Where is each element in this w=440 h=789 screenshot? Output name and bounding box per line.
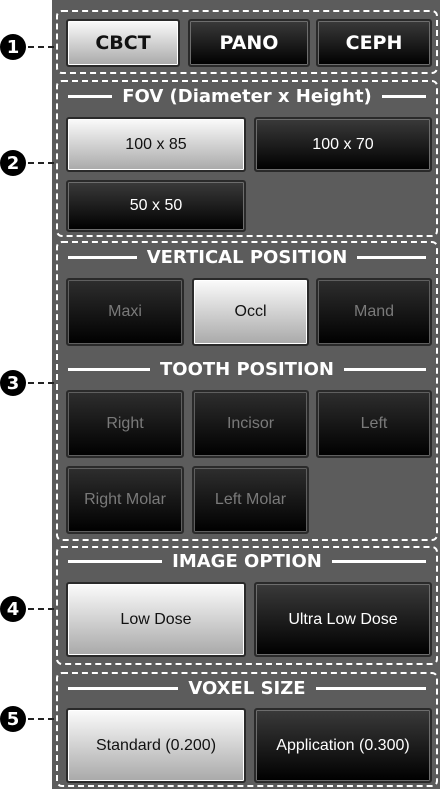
tooth-left-molar-button[interactable]: Left Molar [192,466,309,534]
voxel-standard-button[interactable]: Standard (0.200) [66,708,246,783]
vertical-mand-button[interactable]: Mand [316,278,432,346]
callout-5: 5 [0,706,26,732]
tab-pano[interactable]: PANO [188,19,310,67]
callout-4: 4 [0,596,26,622]
callout-5-leader [28,718,54,720]
tab-ceph[interactable]: CEPH [316,19,432,67]
callout-2: 2 [0,150,26,176]
callout-1: 1 [0,34,26,60]
voxel-size-title-text: VOXEL SIZE [188,677,306,699]
fov-100x70-button[interactable]: 100 x 70 [254,117,432,172]
tooth-incisor-button[interactable]: Incisor [192,390,309,458]
fov-50x50-button[interactable]: 50 x 50 [66,180,246,232]
fov-title-text: FOV (Diameter x Height) [122,85,372,107]
vertical-position-title-text: VERTICAL POSITION [146,246,348,268]
vertical-maxi-button[interactable]: Maxi [66,278,184,346]
fov-title: FOV (Diameter x Height) [68,85,427,107]
low-dose-button[interactable]: Low Dose [66,582,246,657]
callout-1-leader [28,46,54,48]
callout-3: 3 [0,370,26,396]
tooth-left-button[interactable]: Left [316,390,432,458]
image-option-title: IMAGE OPTION [68,550,426,572]
vertical-position-title: VERTICAL POSITION [68,246,427,268]
image-option-title-text: IMAGE OPTION [172,550,322,572]
callout-4-leader [28,608,54,610]
ultra-low-dose-button[interactable]: Ultra Low Dose [254,582,432,657]
voxel-application-button[interactable]: Application (0.300) [254,708,432,783]
tooth-position-title: TOOTH POSITION [68,358,426,380]
tooth-right-button[interactable]: Right [66,390,184,458]
vertical-occl-button[interactable]: Occl [192,278,309,346]
tooth-position-title-text: TOOTH POSITION [160,358,334,380]
fov-100x85-button[interactable]: 100 x 85 [66,117,246,172]
tab-cbct[interactable]: CBCT [66,19,180,67]
tooth-right-molar-button[interactable]: Right Molar [66,466,184,534]
voxel-size-title: VOXEL SIZE [68,677,427,699]
callout-2-leader [28,162,54,164]
callout-3-leader [28,382,54,384]
